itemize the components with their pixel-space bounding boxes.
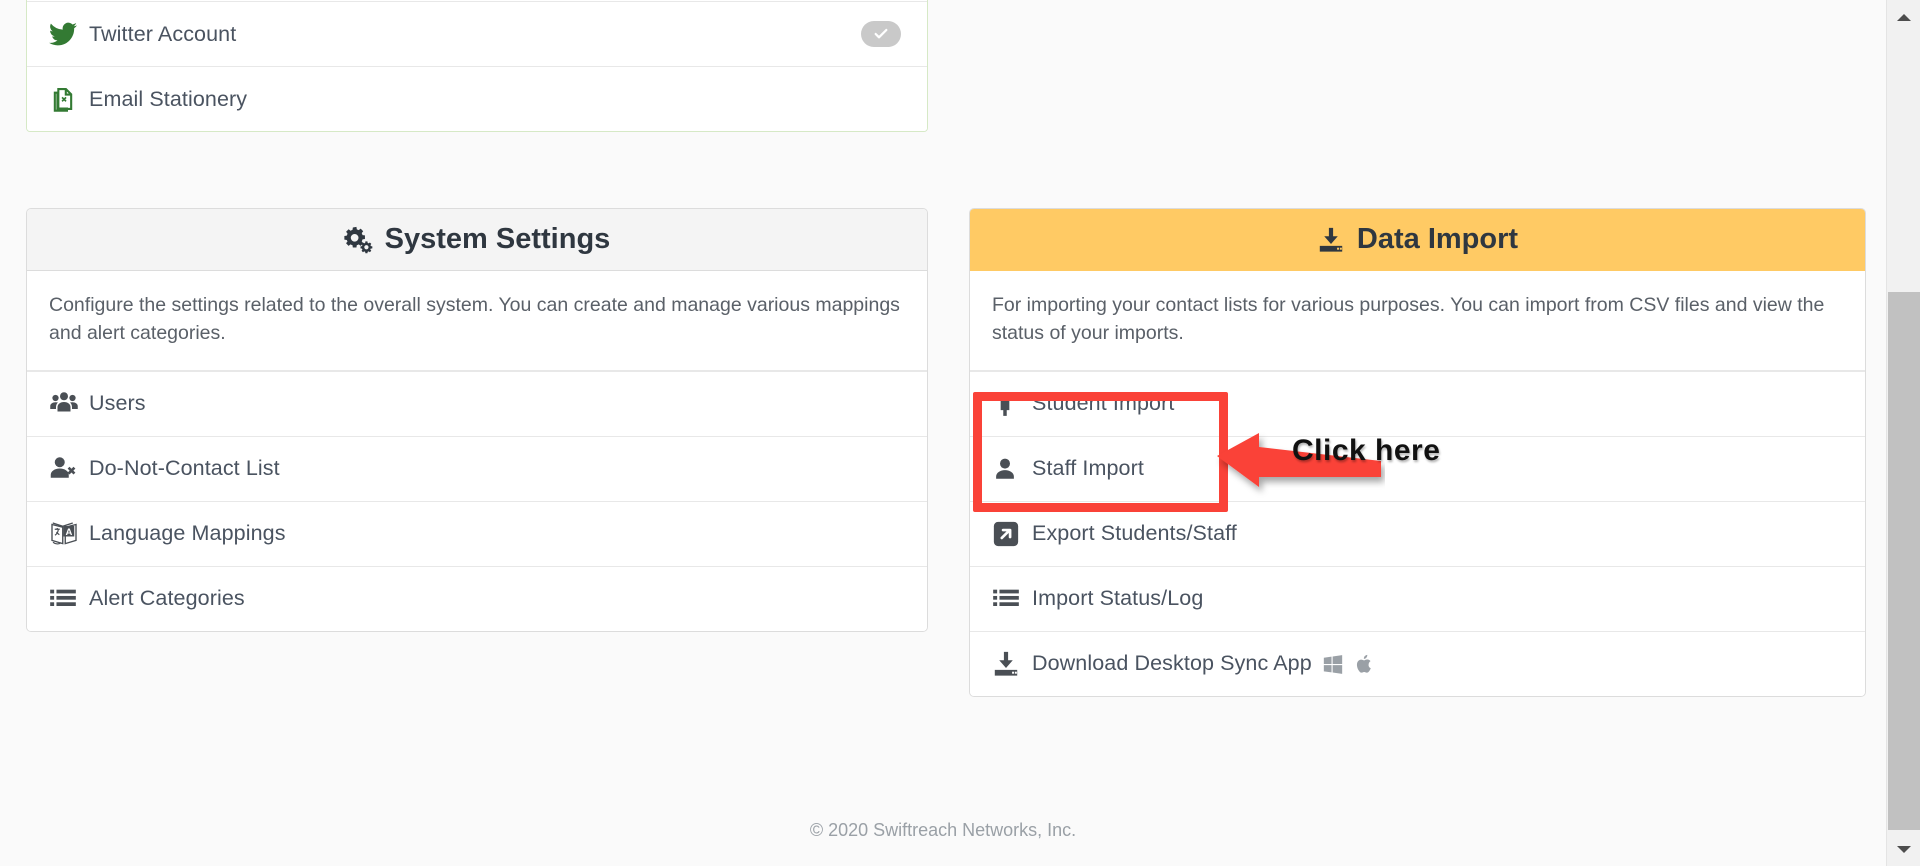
data-import-item-import-status-log[interactable]: Import Status/Log — [970, 565, 1865, 631]
data-import-item-label: Import Status/Log — [1032, 586, 1204, 611]
data-import-item-label: Staff Import — [1032, 456, 1144, 481]
user-times-icon — [49, 454, 89, 484]
scroll-down-arrow[interactable] — [1887, 832, 1920, 866]
download-inbox-icon — [1317, 226, 1345, 254]
svg-text:A: A — [65, 526, 72, 537]
list-icon — [49, 585, 89, 613]
data-import-title: Data Import — [1356, 223, 1519, 255]
list-icon — [992, 585, 1032, 613]
system-settings-item-alert-categories[interactable]: Alert Categories — [27, 565, 927, 631]
data-import-item-download-desktop-sync-app[interactable]: Download Desktop Sync App — [970, 630, 1865, 696]
windows-icon[interactable] — [1322, 653, 1344, 675]
system-settings-item-label: Language Mappings — [89, 521, 286, 546]
twitter-connected-check-badge[interactable] — [861, 21, 901, 47]
page-root: Twitter Account Email Stationery System … — [0, 0, 1920, 866]
system-settings-item-users[interactable]: Users — [27, 370, 927, 436]
users-icon — [49, 389, 89, 419]
data-import-header: Data Import — [970, 209, 1865, 271]
data-import-item-student-import[interactable]: Student Import — [970, 370, 1865, 436]
student-icon — [992, 390, 1032, 418]
system-settings-card: System Settings Configure the settings r… — [26, 208, 928, 632]
social-row-label: Twitter Account — [89, 21, 237, 46]
data-import-description: For importing your contact lists for var… — [970, 271, 1865, 371]
data-import-item-label: Download Desktop Sync App — [1032, 651, 1312, 676]
system-settings-header: System Settings — [27, 209, 927, 271]
system-settings-item-label: Users — [89, 391, 146, 416]
apple-icon[interactable] — [1354, 653, 1374, 675]
social-accounts-panel: Twitter Account Email Stationery — [26, 0, 928, 132]
staff-user-icon — [992, 455, 1032, 483]
cogs-icon — [344, 225, 373, 254]
download-inbox-icon — [992, 650, 1032, 678]
system-settings-title: System Settings — [384, 223, 611, 255]
social-row-twitter[interactable]: Twitter Account — [27, 1, 927, 66]
export-arrow-icon — [992, 520, 1032, 548]
system-settings-item-language-mappings[interactable]: A Language Mappings — [27, 500, 927, 566]
scroll-thumb[interactable] — [1888, 292, 1920, 830]
system-settings-item-label: Do-Not-Contact List — [89, 456, 280, 481]
system-settings-item-label: Alert Categories — [89, 586, 245, 611]
language-mappings-icon: A — [49, 519, 89, 549]
email-stationery-icon — [49, 85, 89, 113]
social-row-label: Email Stationery — [89, 86, 248, 111]
system-settings-item-do-not-contact-list[interactable]: Do-Not-Contact List — [27, 435, 927, 501]
system-settings-description: Configure the settings related to the ov… — [27, 271, 927, 371]
scroll-up-arrow[interactable] — [1887, 0, 1920, 34]
data-import-item-label: Student Import — [1032, 391, 1175, 416]
data-import-item-label: Export Students/Staff — [1032, 521, 1237, 546]
data-import-item-export-students-staff[interactable]: Export Students/Staff — [970, 500, 1865, 566]
twitter-icon — [49, 20, 89, 48]
vertical-scrollbar[interactable] — [1886, 0, 1920, 866]
click-here-annotation-label: Click here — [1292, 434, 1441, 467]
footer-copyright: © 2020 Swiftreach Networks, Inc. — [809, 820, 1077, 840]
social-row-email-stationery[interactable]: Email Stationery — [27, 66, 927, 131]
